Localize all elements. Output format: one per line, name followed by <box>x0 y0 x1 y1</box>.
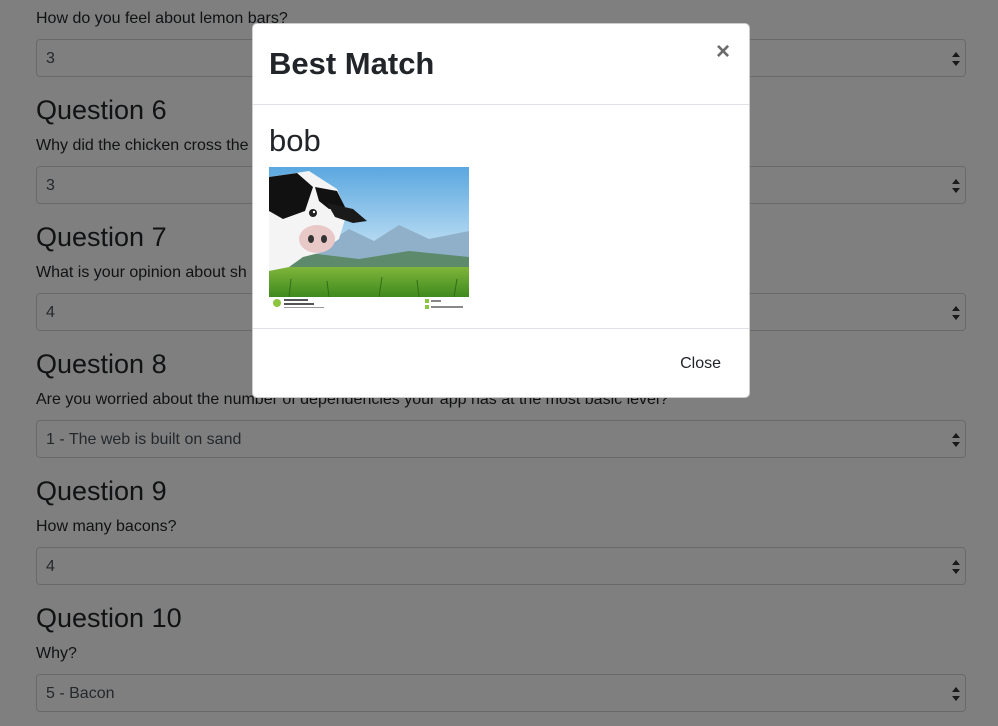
close-button[interactable]: Close <box>668 345 733 383</box>
modal-footer: Close <box>253 328 749 398</box>
best-match-modal: Best Match × bob Close <box>252 23 750 398</box>
close-icon[interactable]: × <box>713 40 733 64</box>
modal-body: bob <box>253 105 749 327</box>
cow-image <box>269 167 469 311</box>
match-name: bob <box>269 123 321 158</box>
cow-photo <box>269 167 469 311</box>
modal-header: Best Match × <box>253 24 749 105</box>
modal-title: Best Match <box>269 46 435 81</box>
